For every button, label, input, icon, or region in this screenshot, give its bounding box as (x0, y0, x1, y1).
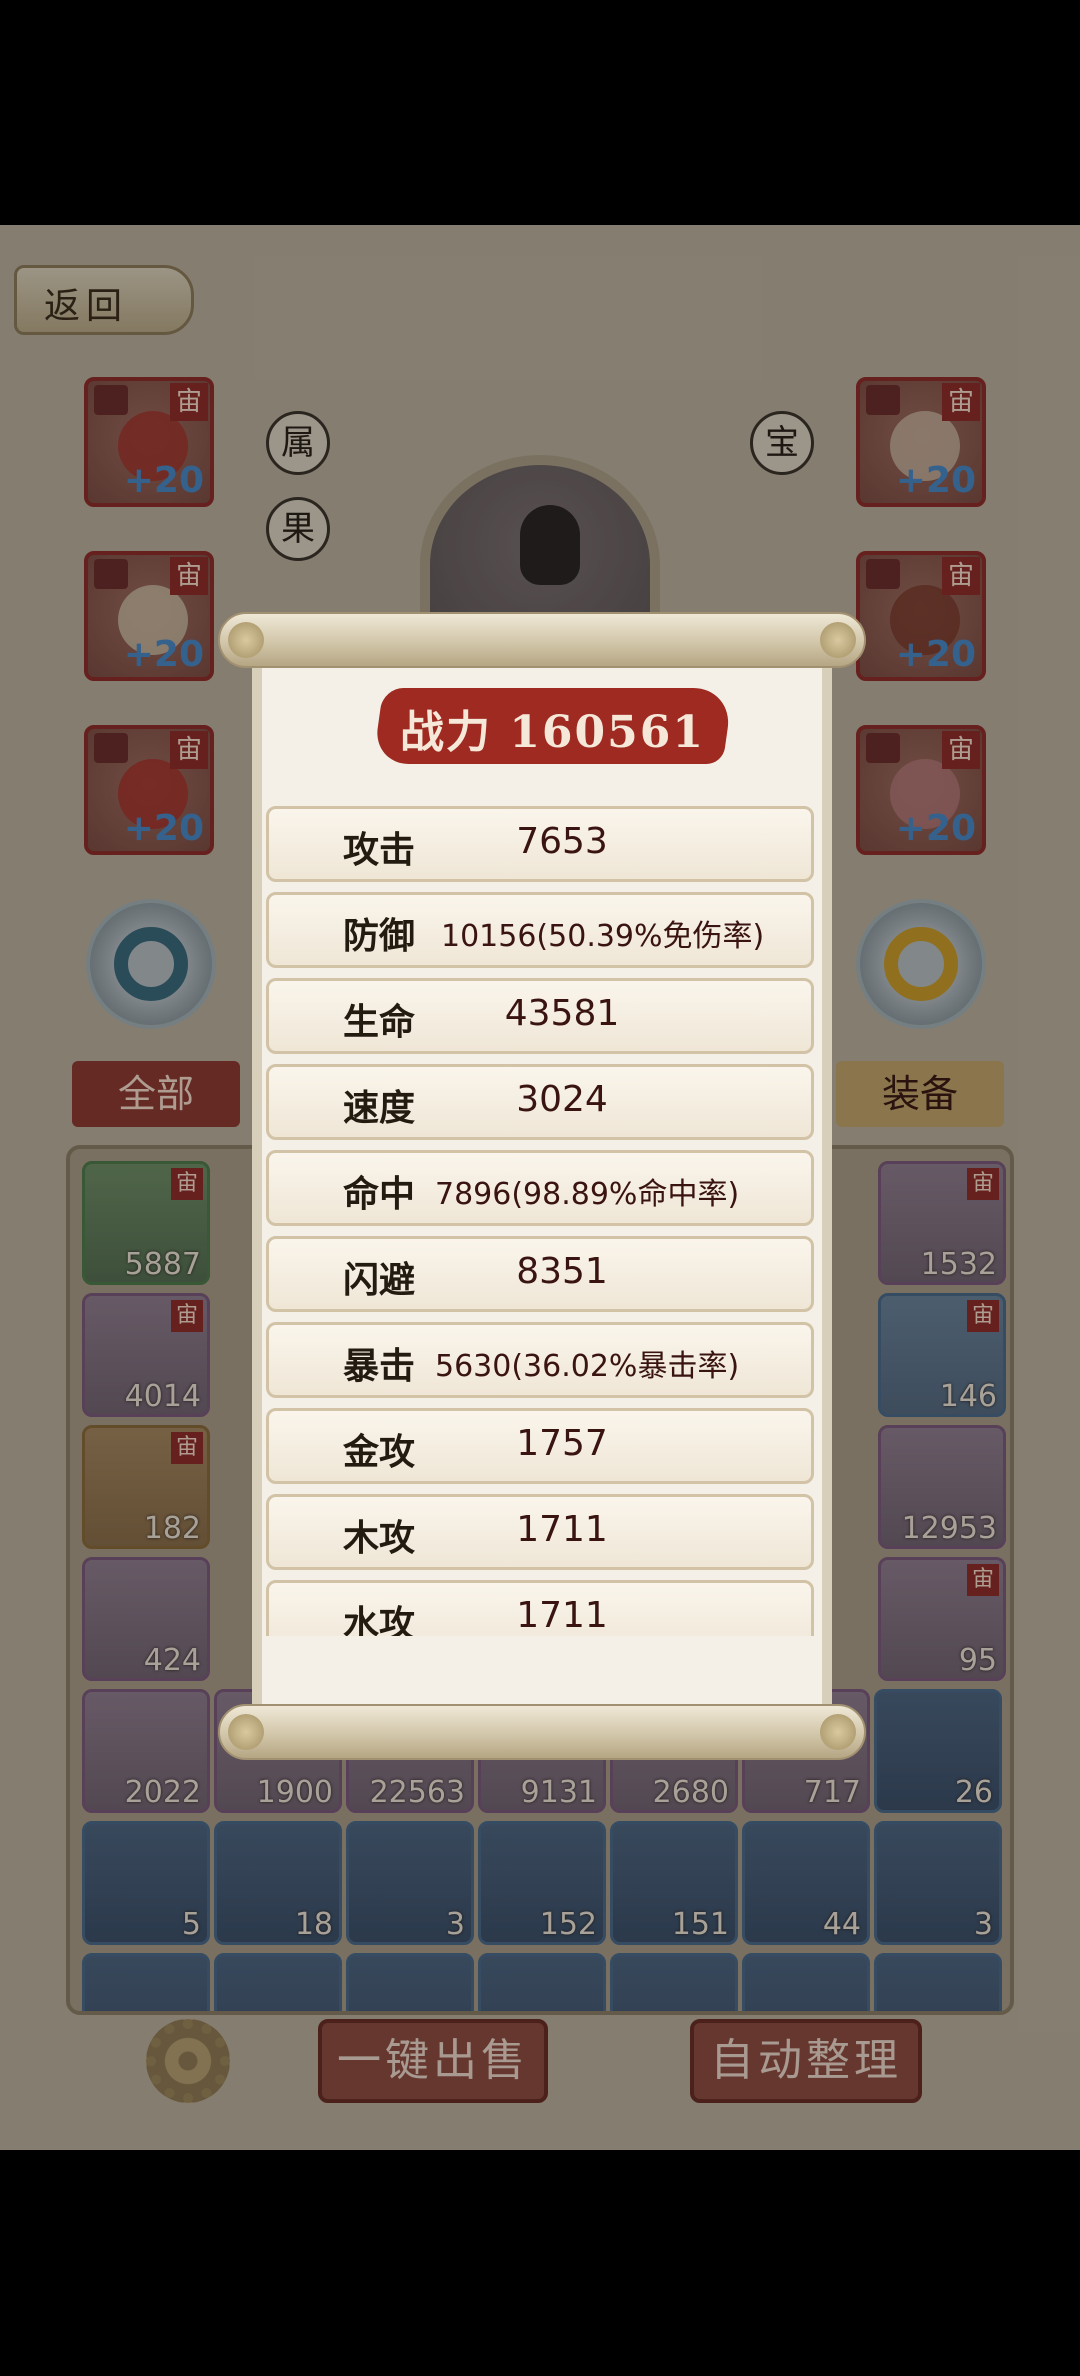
stat-row-attack: 攻击 7653 (266, 806, 814, 882)
screen: 返回 宙 +20 宙 +20 宙 +20 宙 +20 宙 +20 宙 +20 属… (0, 0, 1080, 2376)
stat-value: 1711 (516, 1595, 608, 1636)
stat-row-defense: 防御 10156(50.39%免伤率) (266, 892, 814, 968)
scroll-top-roller (218, 612, 866, 668)
stat-value: 7896(98.89%命中率) (435, 1177, 740, 1212)
stat-value: 8351 (516, 1251, 608, 1292)
roller-cap (228, 1714, 264, 1750)
stat-row-hp: 生命 43581 (266, 978, 814, 1054)
stat-value: 7653 (516, 821, 608, 862)
stat-value: 1711 (516, 1509, 608, 1550)
combat-power-banner: 战力 160561 (372, 688, 734, 764)
stat-row-metal-attack: 金攻 1757 (266, 1408, 814, 1484)
roller-cap (228, 622, 264, 658)
stat-row-hit: 命中 7896(98.89%命中率) (266, 1150, 814, 1226)
stat-name: 防御 (343, 915, 416, 957)
stat-value: 5630(36.02%暴击率) (435, 1349, 740, 1384)
stat-name: 暴击 (343, 1345, 416, 1387)
stat-row-water-attack: 水攻 1711 (266, 1580, 814, 1636)
roller-cap (820, 622, 856, 658)
stat-value: 43581 (504, 993, 620, 1034)
stat-row-speed: 速度 3024 (266, 1064, 814, 1140)
roller-cap (820, 1714, 856, 1750)
stats-list[interactable]: 攻击 7653 防御 10156(50.39%免伤率) 生命 43581 速度 … (266, 806, 814, 1636)
stat-row-crit: 暴击 5630(36.02%暴击率) (266, 1322, 814, 1398)
stat-value: 1757 (516, 1423, 608, 1464)
stat-value: 10156(50.39%免伤率) (441, 919, 765, 954)
stat-row-wood-attack: 木攻 1711 (266, 1494, 814, 1570)
scroll-bottom-roller (218, 1704, 866, 1760)
stat-value: 3024 (516, 1079, 608, 1120)
stat-row-dodge: 闪避 8351 (266, 1236, 814, 1312)
stat-name: 命中 (343, 1173, 416, 1215)
combat-power-label: 战力 160561 (400, 707, 706, 758)
